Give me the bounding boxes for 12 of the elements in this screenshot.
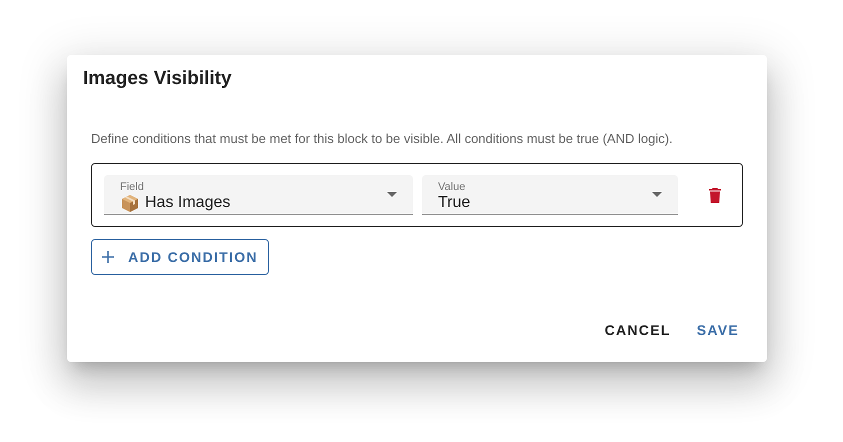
trash-icon [709,188,721,202]
cancel-button[interactable]: CANCEL [596,314,679,346]
field-select[interactable]: Field Has Images [104,175,413,215]
dropdown-caret-icon [387,192,397,197]
package-icon [120,193,140,213]
plus-icon [102,251,114,263]
value-select[interactable]: Value True [422,175,678,215]
dialog-title: Images Visibility [83,67,233,91]
save-button[interactable]: SAVE [688,314,747,346]
description-text: Define conditions that must be met for this block to be visible. All conditions must be true (AND logic). [91,130,674,148]
add-condition-button[interactable]: ADD CONDITION [91,239,269,275]
dropdown-caret-icon [652,192,662,197]
